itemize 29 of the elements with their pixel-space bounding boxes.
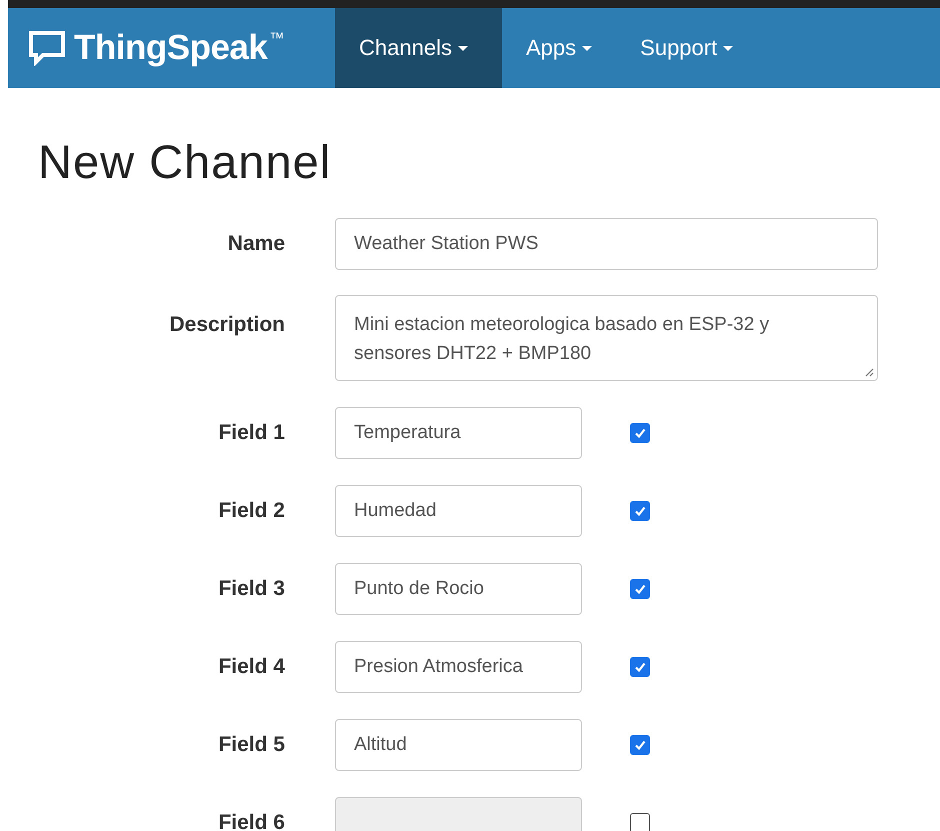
field-label: Field 1 <box>217 420 285 444</box>
nav-menu[interactable]: Support <box>616 8 758 88</box>
checkbox[interactable] <box>630 656 650 676</box>
nav-menu[interactable]: Apps <box>502 8 616 88</box>
description-textarea[interactable]: Mini estacion meteorologica basado en ESP-32 y sensores DHT22 + BMP180 <box>335 295 878 381</box>
field-label: Field 2 <box>217 498 285 522</box>
nav-menu[interactable]: Channels <box>335 8 502 88</box>
page-title: New Channel <box>38 134 332 190</box>
field-label: Field 3 <box>217 576 285 600</box>
checkbox[interactable] <box>630 734 650 754</box>
trademark: ™ <box>269 30 284 47</box>
checkbox[interactable] <box>630 812 650 831</box>
field-label: Field 5 <box>217 732 285 756</box>
field-label: Field 4 <box>217 654 285 678</box>
brand-name[interactable]: ThingSpeak <box>74 28 268 68</box>
checkbox[interactable] <box>630 422 650 442</box>
field-input[interactable]: Temperatura <box>335 406 582 458</box>
field-input[interactable]: Humedad <box>335 484 582 536</box>
checkbox[interactable] <box>630 500 650 520</box>
speech-bubble-icon <box>28 30 66 66</box>
field-input[interactable]: Presion Atmosferica <box>335 640 582 692</box>
field-input[interactable]: Punto de Rocio <box>335 562 582 614</box>
resize-grip-icon[interactable] <box>864 367 874 377</box>
field-label: Description <box>168 312 285 337</box>
field-label: Name <box>226 232 285 256</box>
field-label: Field 6 <box>217 810 285 831</box>
field-input[interactable]: Altitud <box>335 718 582 770</box>
name-input[interactable]: Weather Station PWS <box>335 218 878 270</box>
checkbox[interactable] <box>630 578 650 598</box>
